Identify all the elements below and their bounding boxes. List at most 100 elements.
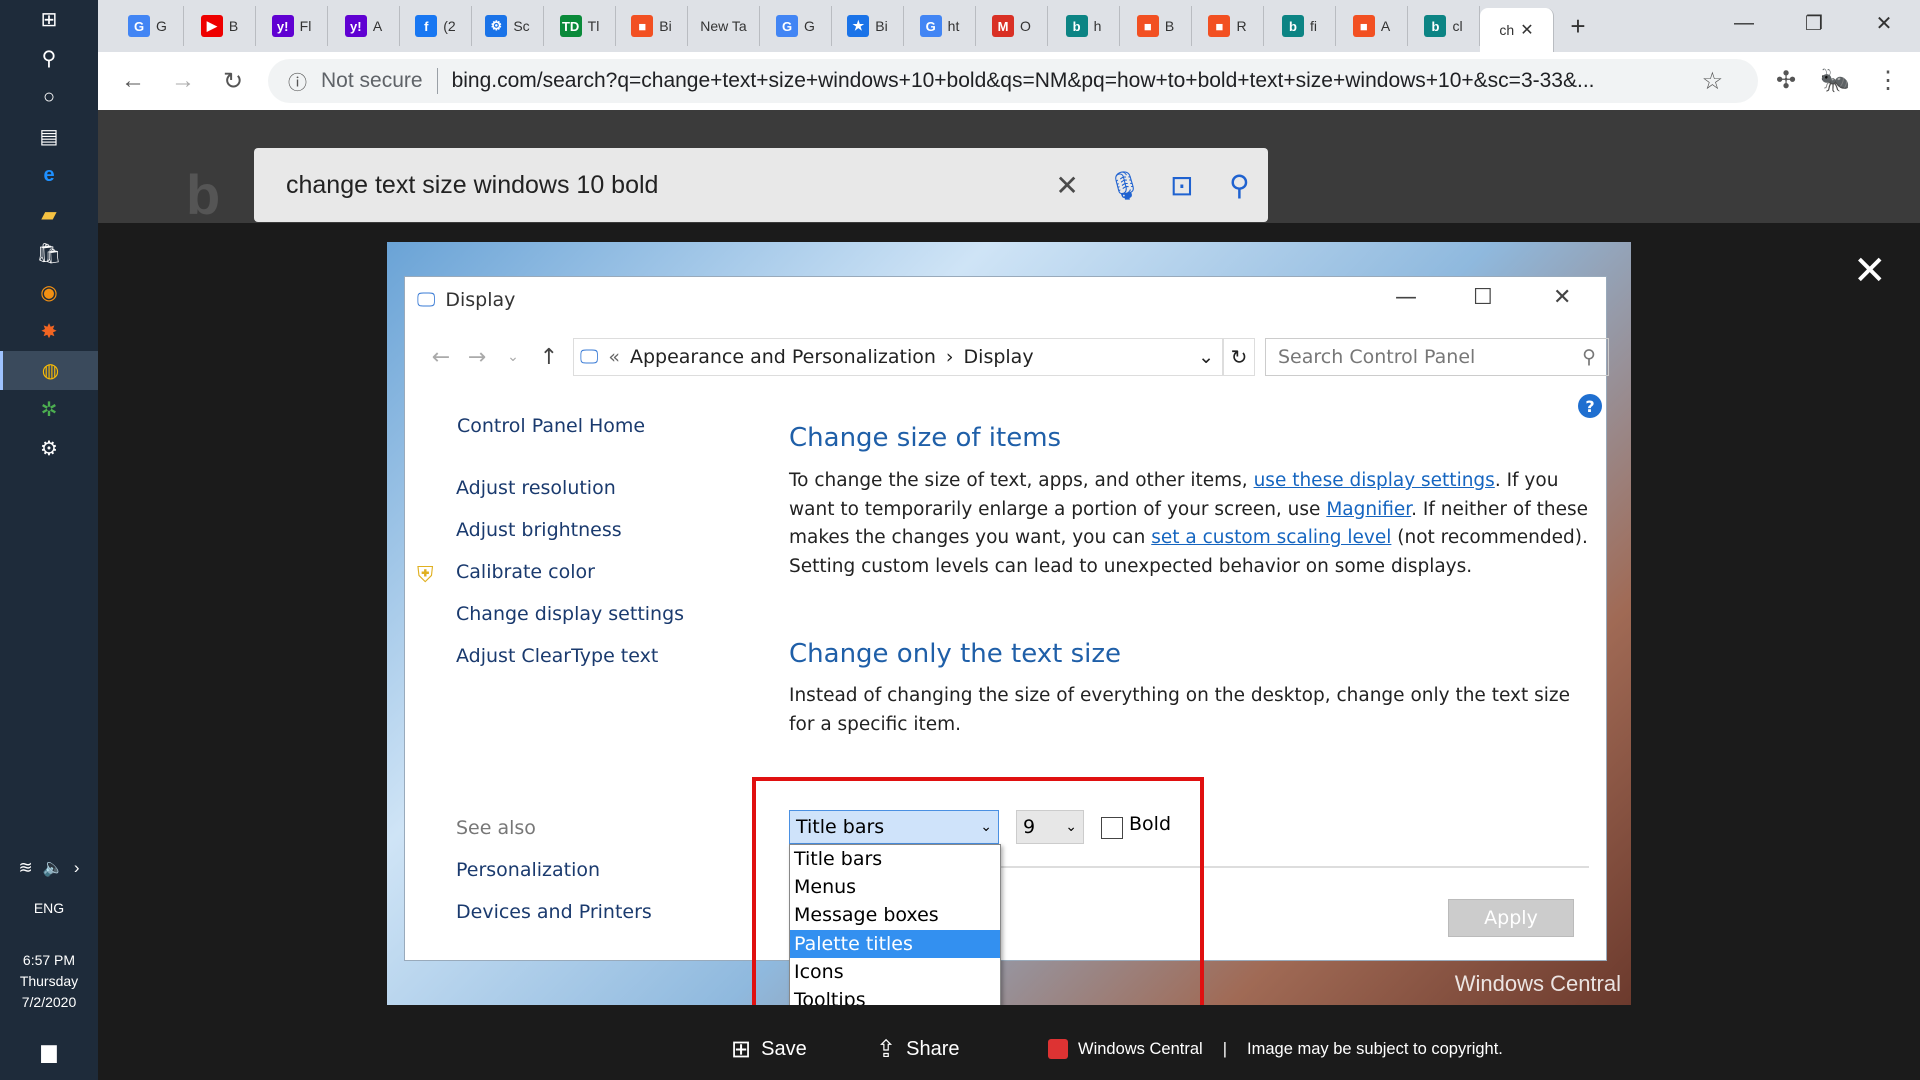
image-source-link[interactable]: Windows Central | Image may be subject t… [1048, 1039, 1503, 1059]
close-tab-icon[interactable]: ✕ [1520, 20, 1533, 40]
custom-scaling-link[interactable]: set a custom scaling level [1151, 527, 1391, 548]
wifi-icon[interactable]: ≋ [18, 858, 32, 878]
up-icon[interactable]: ↑ [531, 345, 567, 370]
menu-kebab-icon[interactable]: ⋮ [1876, 66, 1900, 95]
tab-4[interactable]: f (2 [400, 6, 472, 46]
address-bar[interactable]: ⓘ Not secure bing.com/search?q=change+te… [268, 59, 1758, 103]
tab-2[interactable]: y! Fl [256, 6, 328, 46]
tab-9[interactable]: GG [760, 6, 832, 46]
tab-12[interactable]: MO [976, 6, 1048, 46]
clear-icon[interactable]: ✕ [1038, 169, 1095, 202]
tab-active[interactable]: ch ✕ [1480, 8, 1554, 52]
favicon-icon: b [1424, 15, 1447, 37]
adjust-brightness-link[interactable]: Adjust brightness [456, 519, 622, 541]
green-app-icon[interactable]: ✲ [0, 390, 98, 429]
chevron-down-icon[interactable]: ⌄ [1198, 346, 1214, 368]
cortana-icon[interactable]: ○ [0, 78, 98, 117]
favicon-icon: b [1282, 15, 1304, 37]
task-view-icon[interactable]: ▤ [0, 117, 98, 156]
restore-icon[interactable]: ❐ [1784, 6, 1844, 40]
store-icon[interactable]: 🛍 [0, 234, 98, 273]
tab-6[interactable]: TD Tl [544, 6, 616, 46]
devices-printers-link[interactable]: Devices and Printers [456, 901, 652, 923]
search-control-panel-input[interactable]: Search Control Panel ⚲ [1265, 338, 1609, 376]
favicon-icon: ■ [631, 15, 654, 37]
avast-icon[interactable]: ✸ [0, 312, 98, 351]
favicon-icon: ⚙ [485, 15, 508, 37]
minimize-icon[interactable]: — [1395, 285, 1417, 310]
tab-5[interactable]: ⚙ Sc [472, 6, 544, 46]
minimize-icon[interactable]: — [1714, 6, 1774, 40]
tab-16[interactable]: b fi [1264, 6, 1336, 46]
apply-button[interactable]: Apply [1448, 899, 1574, 937]
settings-icon[interactable]: ⚙ [0, 429, 98, 468]
profile-avatar[interactable]: 🐜 [1820, 66, 1850, 95]
extensions-icon[interactable]: ✣ [1776, 66, 1796, 95]
save-button[interactable]: ⊞ Save [731, 1035, 807, 1064]
close-window-icon[interactable]: ✕ [1553, 285, 1571, 310]
tab-13[interactable]: bh [1048, 6, 1120, 46]
language-indicator[interactable]: ENG [0, 900, 98, 916]
search-icon[interactable]: ⚲ [1211, 169, 1268, 202]
favicon-icon: G [128, 15, 151, 37]
notification-icon[interactable]: ▆ [0, 1039, 98, 1064]
edge-icon[interactable]: e [0, 156, 98, 195]
tab-7[interactable]: ■ Bi [616, 6, 688, 46]
search-input[interactable] [286, 170, 1039, 200]
clock[interactable]: 6:57 PM Thursday 7/2/2020 [0, 950, 98, 1013]
help-icon[interactable]: ? [1578, 394, 1602, 418]
adjust-resolution-link[interactable]: Adjust resolution [456, 477, 616, 499]
tab-8[interactable]: New Ta [688, 6, 760, 46]
share-button[interactable]: ⇪ Share [876, 1035, 959, 1064]
image-preview[interactable]: 🖵 Display — ☐ ✕ ← → ⌄ ↑ 🖵 « Appearance a… [387, 242, 1631, 1005]
calibrate-color-link[interactable]: Calibrate color [456, 561, 595, 583]
reload-icon[interactable]: ↻ [208, 67, 258, 96]
tab-0[interactable]: GG [112, 6, 184, 46]
forward-icon[interactable]: → [459, 345, 495, 370]
adjust-cleartype-link[interactable]: Adjust ClearType text [456, 645, 658, 667]
favicon-icon: f [415, 15, 438, 37]
new-tab-button[interactable]: + [1554, 11, 1602, 42]
personalization-link[interactable]: Personalization [456, 859, 600, 881]
url-text[interactable]: bing.com/search?q=change+text+size+windo… [452, 69, 1692, 93]
info-icon[interactable]: ⓘ [288, 68, 307, 95]
close-icon[interactable]: ✕ [1853, 248, 1887, 294]
change-display-settings-link[interactable]: Change display settings [456, 603, 684, 625]
chrome-icon[interactable]: ◍ [0, 351, 98, 390]
tab-10[interactable]: ★ Bi [832, 6, 904, 46]
tab-18[interactable]: b cl [1408, 6, 1480, 46]
refresh-icon[interactable]: ↻ [1223, 338, 1255, 376]
recent-chevron-icon[interactable]: ⌄ [495, 349, 531, 365]
tab-15[interactable]: ■ R [1192, 6, 1264, 46]
magnifier-link[interactable]: Magnifier [1326, 499, 1411, 520]
breadcrumb-leaf[interactable]: Display [964, 346, 1034, 368]
microphone-icon[interactable]: 🎙 [1096, 169, 1153, 202]
heading-change-size: Change size of items [789, 423, 1062, 453]
search-icon[interactable]: ⚲ [0, 39, 98, 78]
heading-text-size: Change only the text size [789, 639, 1121, 669]
back-icon[interactable]: ← [423, 345, 459, 370]
tab-11[interactable]: Ght [904, 6, 976, 46]
tab-17[interactable]: ■ A [1336, 6, 1408, 46]
volume-icon[interactable]: 🔈 [43, 858, 64, 878]
forward-icon[interactable]: → [158, 67, 208, 95]
firefox-icon[interactable]: ◉ [0, 273, 98, 312]
breadcrumb[interactable]: 🖵 « Appearance and Personalization › Dis… [573, 338, 1223, 376]
file-explorer-icon[interactable]: ▰ [0, 195, 98, 234]
display-settings-link[interactable]: use these display settings [1254, 470, 1495, 491]
tab-3[interactable]: y! A [328, 6, 400, 46]
tab-1[interactable]: ▶ B [184, 6, 256, 46]
breadcrumb-root[interactable]: Appearance and Personalization [630, 346, 936, 368]
tab-14[interactable]: ■ B [1120, 6, 1192, 46]
close-window-icon[interactable]: ✕ [1854, 6, 1914, 40]
visual-search-icon[interactable]: ⊡ [1153, 169, 1210, 202]
control-panel-home-link[interactable]: Control Panel Home [457, 415, 645, 437]
share-icon: ⇪ [876, 1036, 897, 1063]
windows-start-icon[interactable]: ⊞ [0, 0, 98, 39]
back-icon[interactable]: ← [108, 67, 158, 95]
bing-logo-icon[interactable]: b [186, 162, 220, 227]
bookmark-star-icon[interactable]: ☆ [1702, 67, 1724, 96]
maximize-icon[interactable]: ☐ [1473, 285, 1493, 310]
favicon-icon: y! [271, 15, 294, 37]
chevron-right-icon[interactable]: › [74, 858, 80, 878]
